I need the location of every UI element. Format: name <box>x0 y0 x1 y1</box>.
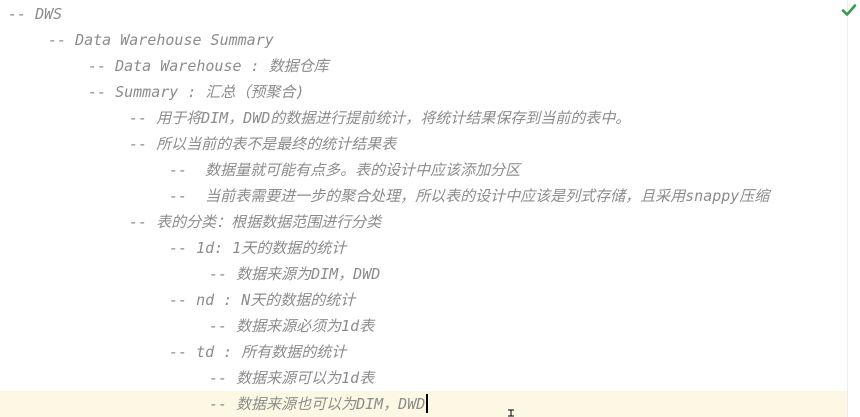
comment-text: -- Data Warehouse Summary <box>48 31 274 49</box>
comment-text: -- 用于将DIM，DWD的数据进行提前统计，将统计结果保存到当前的表中。 <box>129 109 631 127</box>
comment-text: -- 当前表需要进一步的聚合处理，所以表的设计中应该是列式存储，且采用snapp… <box>169 187 770 205</box>
code-line[interactable]: -- 表的分类：根据数据范围进行分类 <box>0 209 848 235</box>
code-line[interactable]: -- Data Warehouse Summary <box>0 27 848 53</box>
current-code-line[interactable]: -- 数据来源也可以为DIM，DWD <box>0 391 848 417</box>
code-line[interactable]: -- Summary : 汇总（预聚合) <box>0 79 848 105</box>
code-line[interactable]: -- 数据来源可以为1d表 <box>0 365 848 391</box>
code-line[interactable]: -- 所以当前的表不是最终的统计结果表 <box>0 131 848 157</box>
comment-text: -- Data Warehouse : 数据仓库 <box>88 57 329 75</box>
comment-text: -- 数据来源可以为1d表 <box>209 369 375 387</box>
code-line[interactable]: -- 1d: 1天的数据的统计 <box>0 235 848 261</box>
code-line[interactable]: -- 数据来源为DIM，DWD <box>0 261 848 287</box>
comment-text: -- DWS <box>8 5 63 23</box>
comment-text: -- 表的分类：根据数据范围进行分类 <box>129 213 382 231</box>
code-line[interactable]: -- 当前表需要进一步的聚合处理，所以表的设计中应该是列式存储，且采用snapp… <box>0 183 848 209</box>
code-line[interactable]: -- DWS <box>0 1 848 27</box>
code-line[interactable]: -- 数据量就可能有点多。表的设计中应该添加分区 <box>0 157 848 183</box>
vertical-scrollbar[interactable] <box>847 0 860 417</box>
code-line[interactable]: -- nd : N天的数据的统计 <box>0 287 848 313</box>
comment-text: -- 数据来源也可以为DIM，DWD <box>209 391 429 417</box>
code-line[interactable]: -- 数据来源必须为1d表 <box>0 313 848 339</box>
comment-text-content: -- 数据来源也可以为DIM，DWD <box>209 395 426 413</box>
code-line[interactable]: -- td : 所有数据的统计 <box>0 339 848 365</box>
code-line[interactable]: -- Data Warehouse : 数据仓库 <box>0 53 848 79</box>
code-line[interactable]: -- 用于将DIM，DWD的数据进行提前统计，将统计结果保存到当前的表中。 <box>0 105 848 131</box>
comment-text: -- 数据来源必须为1d表 <box>209 317 375 335</box>
comment-text: -- Summary : 汇总（预聚合) <box>88 83 305 101</box>
text-caret <box>426 394 429 413</box>
comment-text: -- 所以当前的表不是最终的统计结果表 <box>129 135 397 153</box>
comment-text: -- td : 所有数据的统计 <box>169 343 347 361</box>
text-cursor-icon <box>508 409 514 417</box>
check-icon[interactable] <box>840 1 858 19</box>
code-editor[interactable]: -- DWS -- Data Warehouse Summary -- Data… <box>0 0 848 417</box>
comment-text: -- 数据来源为DIM，DWD <box>209 265 381 283</box>
comment-text: -- 数据量就可能有点多。表的设计中应该添加分区 <box>169 161 521 179</box>
comment-text: -- 1d: 1天的数据的统计 <box>169 239 347 257</box>
comment-text: -- nd : N天的数据的统计 <box>169 291 356 309</box>
